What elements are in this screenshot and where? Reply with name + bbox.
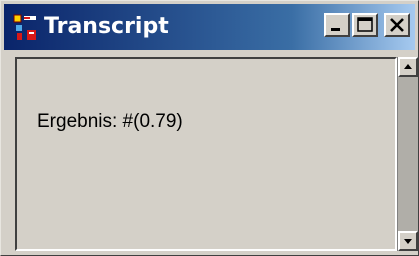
maximize-icon <box>357 17 373 32</box>
transcript-app-icon[interactable] <box>13 14 39 42</box>
title-bar[interactable]: Transcript <box>4 4 415 50</box>
window-title: Transcript <box>44 14 169 39</box>
close-button[interactable] <box>384 13 410 37</box>
vertical-scrollbar[interactable] <box>397 57 418 251</box>
transcript-output: Ergebnis: #(0.79) <box>37 111 183 132</box>
minimize-button[interactable] <box>324 13 350 37</box>
close-icon <box>390 18 404 32</box>
transcript-text-area[interactable]: Ergebnis: #(0.79) <box>15 57 397 251</box>
maximize-button[interactable] <box>352 13 378 37</box>
arrow-up-icon <box>404 64 412 69</box>
scroll-up-button[interactable] <box>398 57 418 77</box>
transcript-window: Transcript Ergebnis: #(0.79) <box>0 0 419 256</box>
arrow-down-icon <box>404 239 412 244</box>
scroll-down-button[interactable] <box>398 231 418 251</box>
minimize-icon <box>331 28 340 31</box>
